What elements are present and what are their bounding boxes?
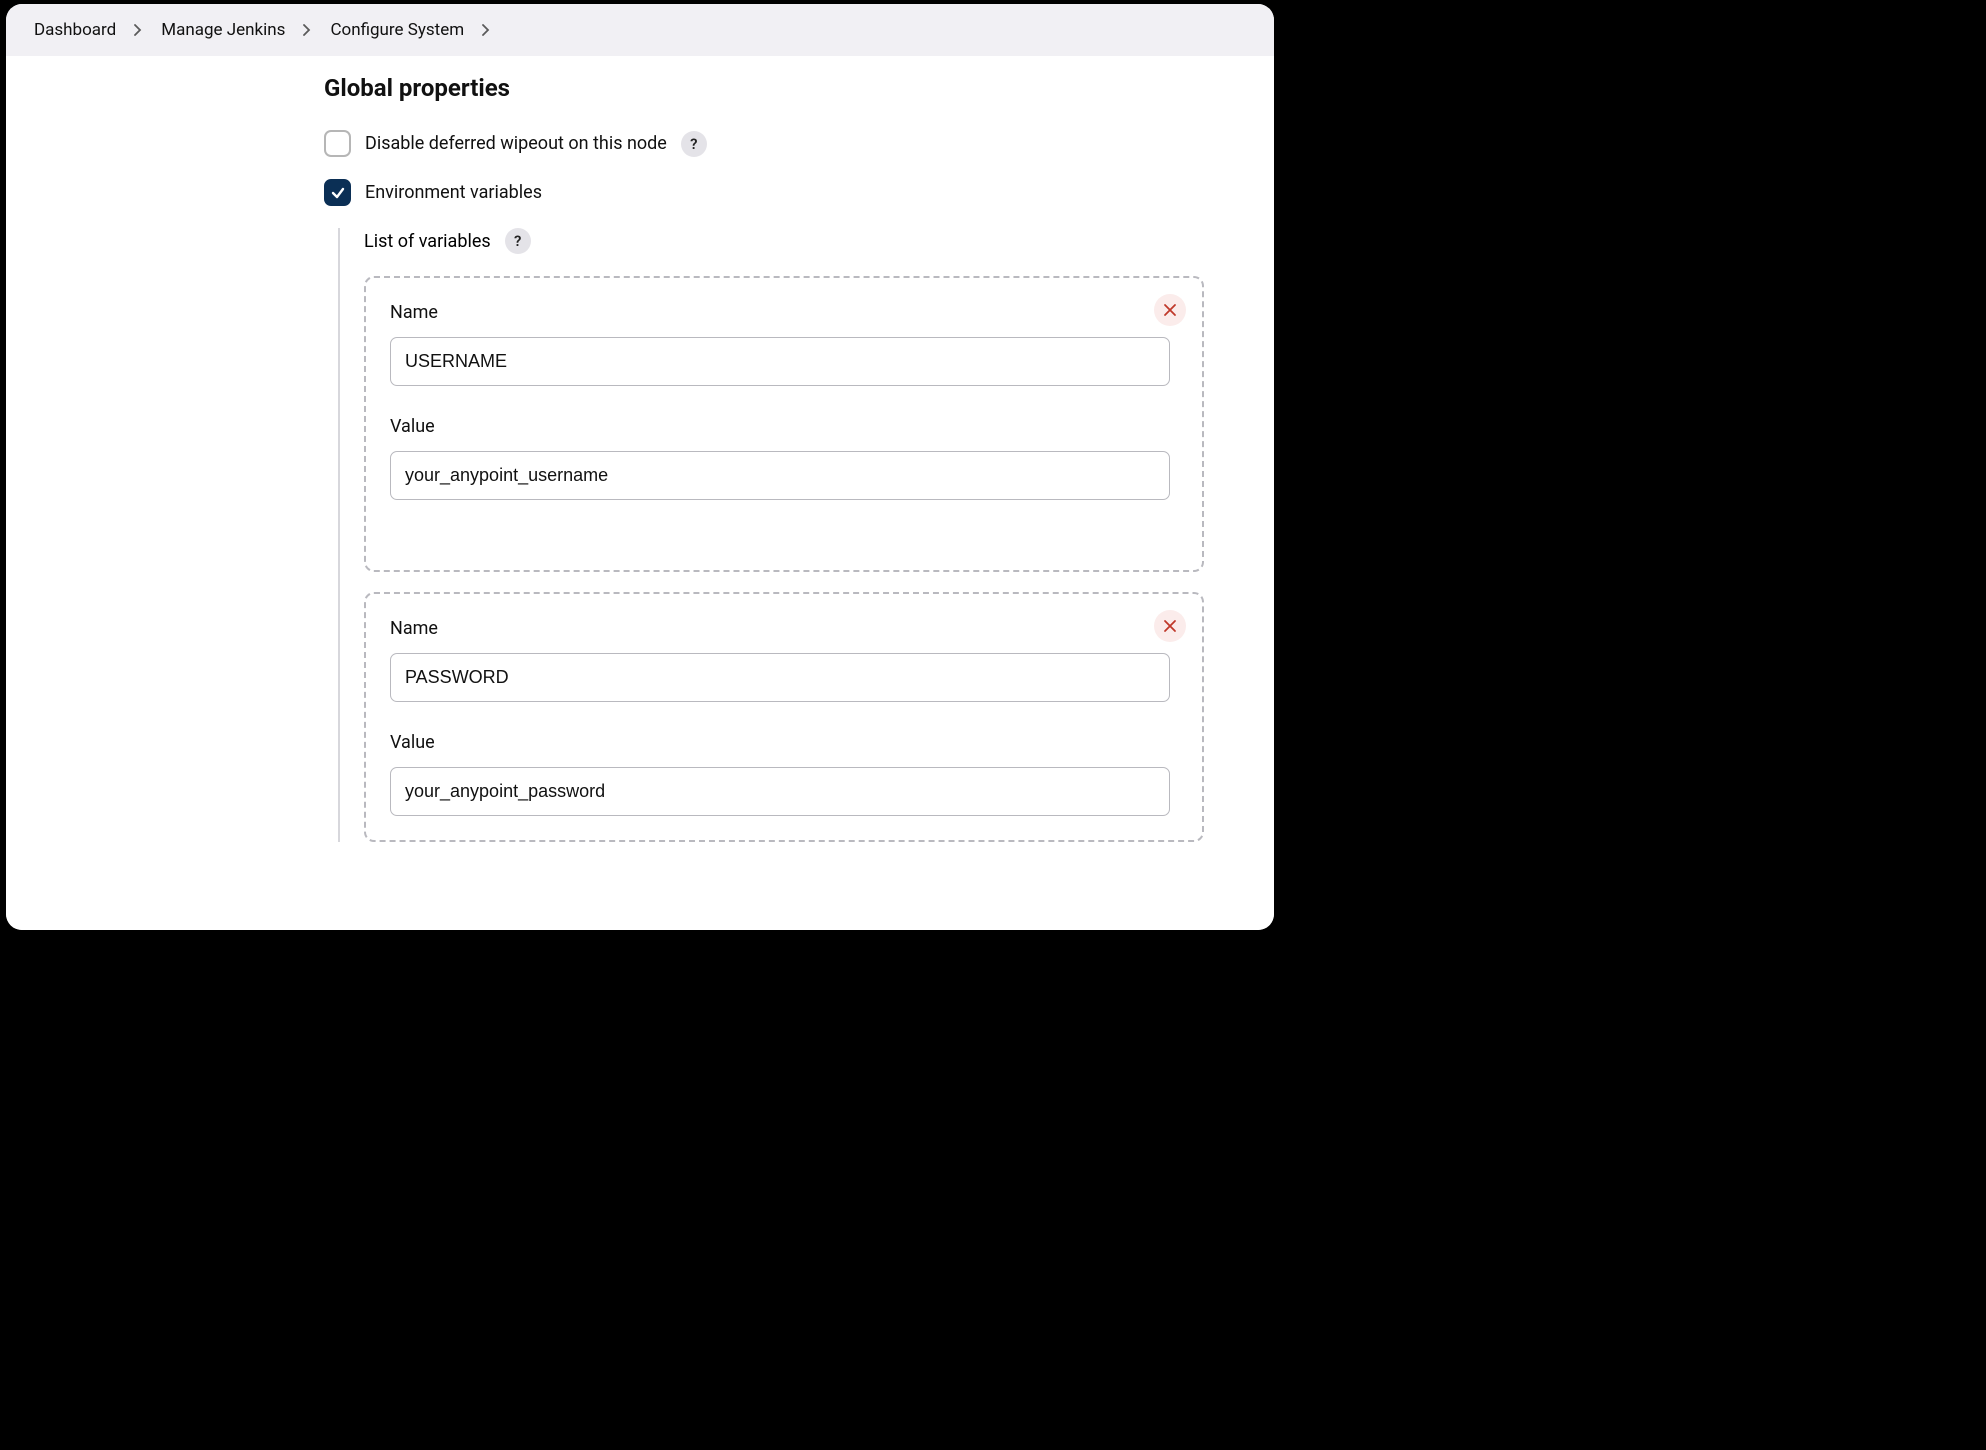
remove-variable-button[interactable] — [1154, 610, 1186, 642]
value-label: Value — [390, 732, 1178, 753]
variable-value-input[interactable] — [390, 451, 1170, 500]
breadcrumb-item-dashboard[interactable]: Dashboard — [34, 20, 116, 40]
env-vars-block: List of variables ? Name Value — [338, 228, 1204, 842]
option-env-vars: Environment variables — [324, 179, 1204, 206]
remove-variable-button[interactable] — [1154, 294, 1186, 326]
variable-name-input[interactable] — [390, 653, 1170, 702]
disable-wipeout-label: Disable deferred wipeout on this node — [365, 133, 667, 154]
disable-wipeout-checkbox[interactable] — [324, 130, 351, 157]
help-icon[interactable]: ? — [681, 131, 707, 157]
variable-name-input[interactable] — [390, 337, 1170, 386]
name-label: Name — [390, 618, 1178, 639]
chevron-right-icon — [303, 24, 312, 36]
close-icon — [1163, 619, 1177, 633]
name-label: Name — [390, 302, 1178, 323]
breadcrumb-item-configure-system[interactable]: Configure System — [330, 20, 464, 40]
breadcrumb-item-manage-jenkins[interactable]: Manage Jenkins — [161, 20, 285, 40]
list-of-variables-label: List of variables — [364, 231, 491, 252]
page-title: Global properties — [324, 74, 1204, 102]
chevron-right-icon — [134, 24, 143, 36]
env-vars-checkbox[interactable] — [324, 179, 351, 206]
value-label: Value — [390, 416, 1178, 437]
close-icon — [1163, 303, 1177, 317]
variable-value-input[interactable] — [390, 767, 1170, 816]
breadcrumb: Dashboard Manage Jenkins Configure Syste… — [6, 4, 1274, 56]
option-disable-wipeout: Disable deferred wipeout on this node ? — [324, 130, 1204, 157]
env-vars-label: Environment variables — [365, 182, 542, 203]
chevron-right-icon — [482, 24, 491, 36]
variable-card: Name Value — [364, 276, 1204, 572]
variable-card: Name Value — [364, 592, 1204, 842]
help-icon[interactable]: ? — [505, 228, 531, 254]
